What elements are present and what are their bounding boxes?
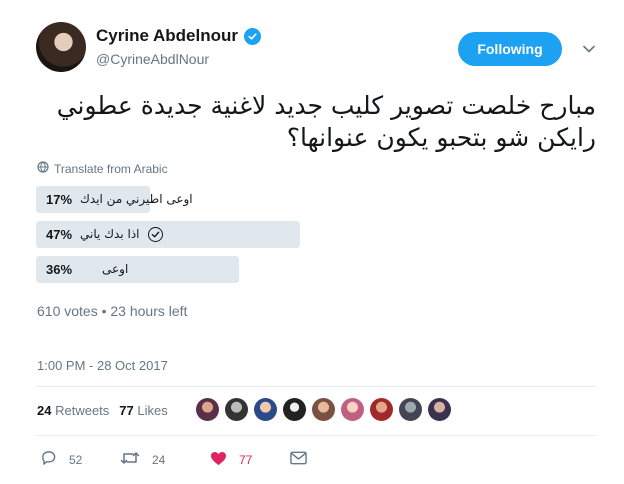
direct-message-button[interactable] bbox=[290, 451, 307, 468]
divider bbox=[36, 435, 596, 436]
poll-percent: 36% bbox=[46, 262, 73, 277]
likes-count: 77 bbox=[119, 403, 134, 418]
divider bbox=[36, 386, 596, 387]
verified-badge-icon bbox=[244, 27, 261, 45]
chevron-down-icon[interactable] bbox=[582, 42, 596, 56]
reply-button[interactable]: 52 bbox=[40, 450, 120, 469]
translate-link[interactable]: Translate from Arabic bbox=[37, 161, 168, 176]
display-name[interactable]: Cyrine Abdelnour bbox=[96, 26, 238, 46]
tweet-actions: 52 24 77 bbox=[40, 450, 307, 469]
likes-stat[interactable]: 77 Likes bbox=[119, 403, 167, 418]
poll-option: 36% اوعى bbox=[36, 256, 596, 283]
tweet-text: مبارح خلصت تصوير كليب جديد لاغنية جديدة … bbox=[56, 91, 596, 152]
reply-icon bbox=[40, 450, 57, 469]
liker-avatar[interactable] bbox=[399, 398, 422, 421]
like-count: 77 bbox=[239, 452, 253, 467]
poll-percent: 17% bbox=[46, 192, 73, 207]
reply-count: 52 bbox=[69, 452, 83, 467]
profile-avatar[interactable] bbox=[36, 22, 86, 72]
likes-label: Likes bbox=[137, 403, 168, 418]
heart-icon bbox=[210, 451, 227, 469]
retweet-icon bbox=[120, 450, 140, 469]
retweets-count: 24 bbox=[37, 403, 52, 418]
globe-icon bbox=[37, 161, 49, 176]
liker-avatar[interactable] bbox=[341, 398, 364, 421]
liker-avatars bbox=[196, 398, 451, 421]
user-name-row: Cyrine Abdelnour bbox=[96, 26, 261, 46]
poll-percent: 47% bbox=[46, 227, 73, 242]
liker-avatar[interactable] bbox=[283, 398, 306, 421]
retweets-label: Retweets bbox=[55, 403, 110, 418]
poll-meta: 610 votes • 23 hours left bbox=[37, 303, 188, 319]
envelope-icon bbox=[290, 451, 307, 468]
poll-option: 47% اذا بدك ياني bbox=[36, 221, 596, 248]
liker-avatar[interactable] bbox=[196, 398, 219, 421]
retweets-stat[interactable]: 24 Retweets bbox=[37, 403, 109, 418]
retweet-count: 24 bbox=[152, 452, 166, 467]
poll-option-label: اوعى اطيرني من ايدك bbox=[80, 192, 193, 206]
user-handle[interactable]: @CyrineAbdlNour bbox=[96, 51, 209, 67]
like-button[interactable]: 77 bbox=[210, 451, 290, 469]
liker-avatar[interactable] bbox=[428, 398, 451, 421]
liker-avatar[interactable] bbox=[254, 398, 277, 421]
poll-bar bbox=[36, 221, 300, 248]
poll-option-label: اوعى bbox=[102, 262, 129, 276]
poll-option-label: اذا بدك ياني bbox=[80, 227, 140, 241]
retweet-button[interactable]: 24 bbox=[120, 450, 210, 469]
liker-avatar[interactable] bbox=[370, 398, 393, 421]
poll-option: 17% اوعى اطيرني من ايدك bbox=[36, 186, 596, 213]
liker-avatar[interactable] bbox=[312, 398, 335, 421]
translate-label: Translate from Arabic bbox=[54, 161, 168, 176]
tweet-timestamp[interactable]: 1:00 PM - 28 Oct 2017 bbox=[37, 358, 168, 373]
tweet-stats: 24 Retweets 77 Likes bbox=[37, 403, 168, 418]
liker-avatar[interactable] bbox=[225, 398, 248, 421]
check-circle-icon bbox=[148, 227, 163, 242]
following-button[interactable]: Following bbox=[458, 32, 562, 66]
